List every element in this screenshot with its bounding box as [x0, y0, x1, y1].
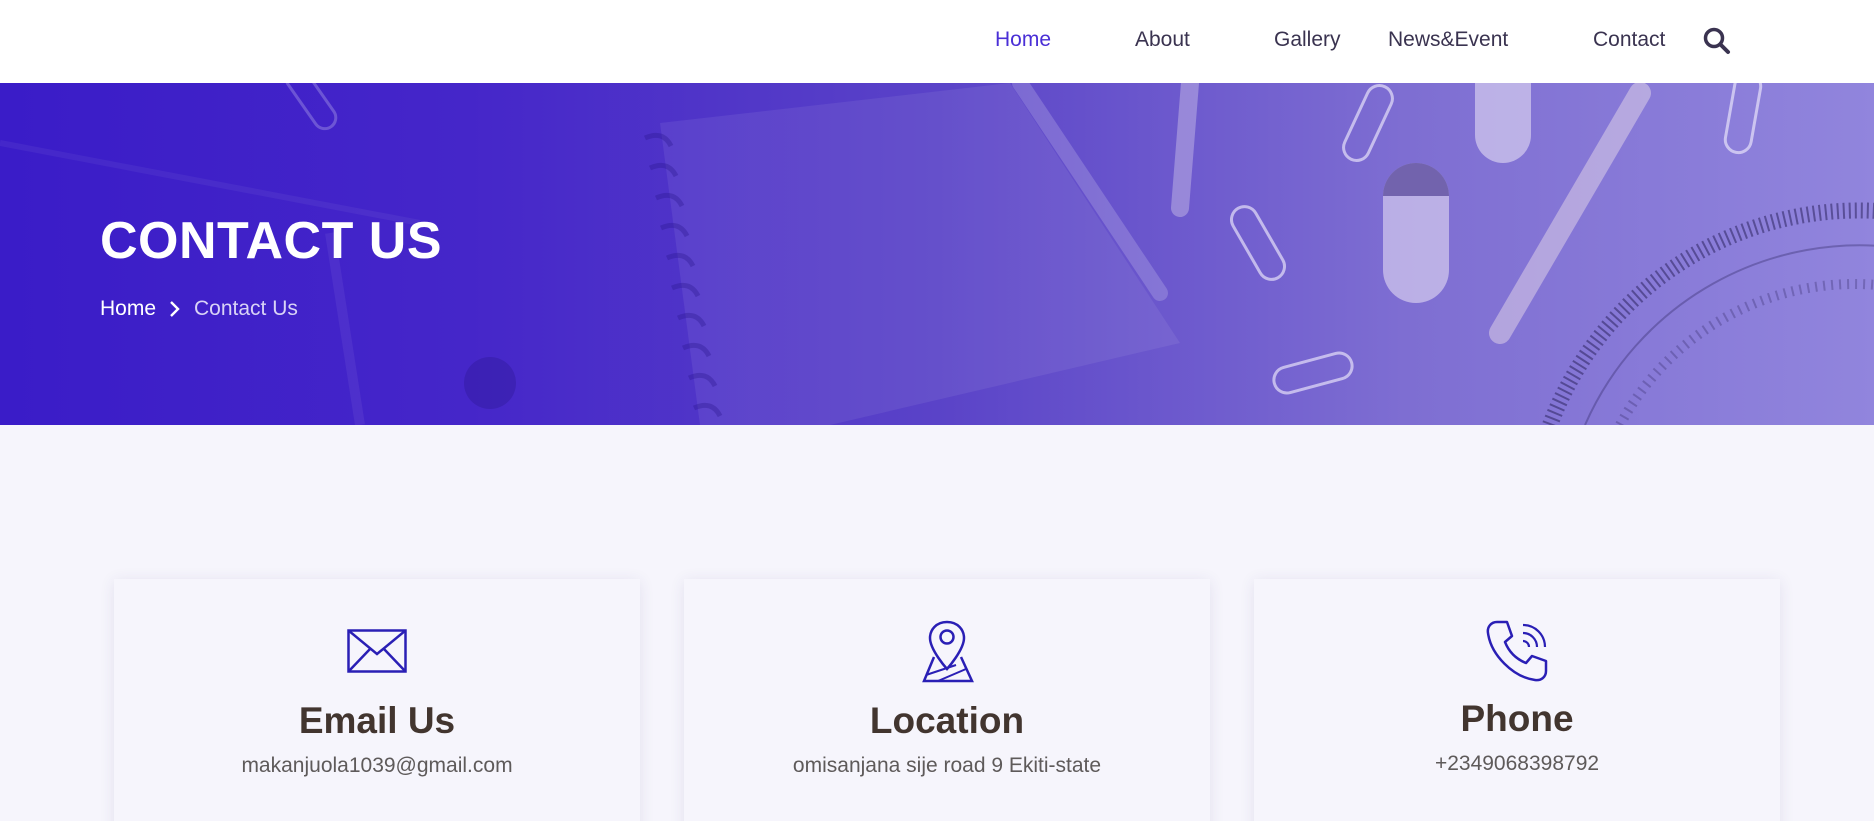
breadcrumb-home-link[interactable]: Home: [100, 297, 156, 321]
card-title: Email Us: [298, 700, 456, 741]
envelope-icon: [347, 629, 407, 673]
map-pin-icon: [922, 620, 974, 683]
nav-contact[interactable]: Contact: [1593, 28, 1665, 52]
email-card: Email Us makanjuola1039@gmail.com: [114, 579, 640, 821]
nav-news-event[interactable]: News&Event: [1388, 28, 1508, 52]
card-title: Phone: [1460, 698, 1574, 739]
phone-card: Phone +2349068398792: [1254, 579, 1780, 821]
location-address: omisanjana sije road 9 Ekiti-state: [792, 754, 1102, 777]
page-title: CONTACT US: [100, 212, 443, 270]
phone-number[interactable]: +2349068398792: [1254, 752, 1780, 776]
site-header: Home About Gallery News&Event Contact: [0, 0, 1874, 83]
nav-gallery[interactable]: Gallery: [1274, 28, 1341, 52]
card-title: Location: [869, 700, 1025, 741]
search-button[interactable]: [1702, 26, 1732, 56]
nav-about[interactable]: About: [1135, 28, 1190, 52]
nav-home[interactable]: Home: [995, 28, 1051, 52]
search-icon: [1703, 27, 1730, 54]
hero-banner: CONTACT US Home Contact Us: [0, 83, 1874, 425]
phone-icon: [1486, 620, 1548, 682]
email-address[interactable]: makanjuola1039@gmail.com: [114, 754, 640, 778]
chevron-right-icon: [170, 301, 180, 317]
location-card: Location omisanjana sije road 9 Ekiti-st…: [684, 579, 1210, 821]
breadcrumb-current: Contact Us: [194, 297, 298, 320]
